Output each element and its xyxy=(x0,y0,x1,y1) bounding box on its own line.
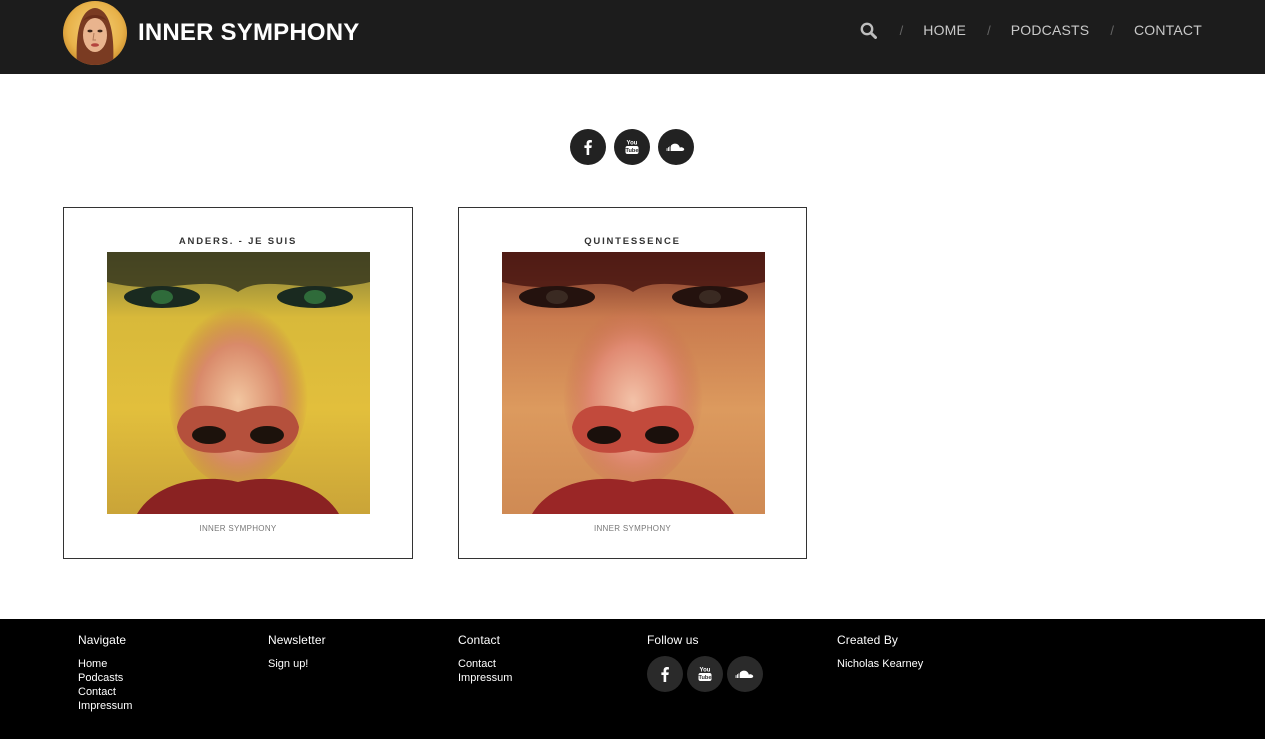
footer-follow: Follow us You Tube xyxy=(647,633,763,692)
podcast-label: INNER SYMPHONY xyxy=(593,524,672,533)
footer-link-contact[interactable]: Contact xyxy=(458,657,512,671)
footer-heading: Navigate xyxy=(78,633,127,647)
facebook-icon[interactable] xyxy=(570,129,606,165)
svg-text:You: You xyxy=(700,668,711,674)
creator-name: Nicholas Kearney xyxy=(837,658,924,670)
podcast-card[interactable]: ANDERS. - JE SUIS INNER SYMPHONY xyxy=(63,207,413,559)
podcast-title: ANDERS. - JE SUIS xyxy=(178,236,298,247)
site-header: INNER SYMPHONY / HOME / PODCASTS / CONTA… xyxy=(0,0,1265,74)
facebook-icon[interactable] xyxy=(647,656,683,692)
footer-created-by: Created By Nicholas Kearney xyxy=(837,633,923,671)
nav-podcasts[interactable]: PODCASTS xyxy=(1011,22,1090,38)
podcast-label: INNER SYMPHONY xyxy=(199,524,277,533)
nav-separator: / xyxy=(899,22,904,38)
footer-heading: Newsletter xyxy=(268,633,326,647)
soundcloud-icon[interactable] xyxy=(727,656,763,692)
brand-title: INNER SYMPHONY xyxy=(138,19,360,46)
nav-home[interactable]: HOME xyxy=(923,22,966,38)
svg-text:Tube: Tube xyxy=(699,675,712,681)
brand-link[interactable]: INNER SYMPHONY xyxy=(63,1,360,65)
youtube-icon[interactable]: You Tube xyxy=(687,656,723,692)
newsletter-signup-link[interactable]: Sign up! xyxy=(268,657,326,671)
svg-text:Tube: Tube xyxy=(626,148,639,154)
footer-heading: Follow us xyxy=(647,633,699,647)
footer-newsletter: Newsletter Sign up! xyxy=(268,633,326,671)
search-icon[interactable] xyxy=(859,20,879,40)
footer-contact: Contact Contact Impressum xyxy=(458,633,512,685)
podcast-title: QUINTESSENCE xyxy=(584,236,681,247)
podcast-card[interactable]: QUINTESSENCE INNER SYMPHONY xyxy=(458,207,807,559)
podcast-cover-image xyxy=(107,252,370,514)
svg-text:You: You xyxy=(627,141,638,147)
footer-navigate: Navigate Home Podcasts Contact Impressum xyxy=(78,633,132,713)
youtube-icon[interactable]: You Tube xyxy=(614,129,650,165)
nav-separator: / xyxy=(987,22,991,38)
footer-link-contact[interactable]: Contact xyxy=(78,685,132,699)
footer-social-links: You Tube xyxy=(647,656,763,692)
footer-link-impressum[interactable]: Impressum xyxy=(78,699,132,713)
logo-avatar xyxy=(63,1,127,65)
main-nav: / HOME / PODCASTS / CONTACT xyxy=(859,18,1202,42)
site-footer: Navigate Home Podcasts Contact Impressum… xyxy=(0,619,1265,739)
podcast-cover-image xyxy=(502,252,765,514)
footer-link-impressum[interactable]: Impressum xyxy=(458,671,512,685)
soundcloud-icon[interactable] xyxy=(658,129,694,165)
footer-link-podcasts[interactable]: Podcasts xyxy=(78,671,132,685)
nav-contact[interactable]: CONTACT xyxy=(1134,22,1202,38)
nav-separator: / xyxy=(1110,22,1114,38)
social-links: You Tube xyxy=(570,129,694,165)
footer-heading: Contact xyxy=(458,633,501,647)
footer-heading: Created By xyxy=(837,633,899,647)
footer-link-home[interactable]: Home xyxy=(78,657,132,671)
